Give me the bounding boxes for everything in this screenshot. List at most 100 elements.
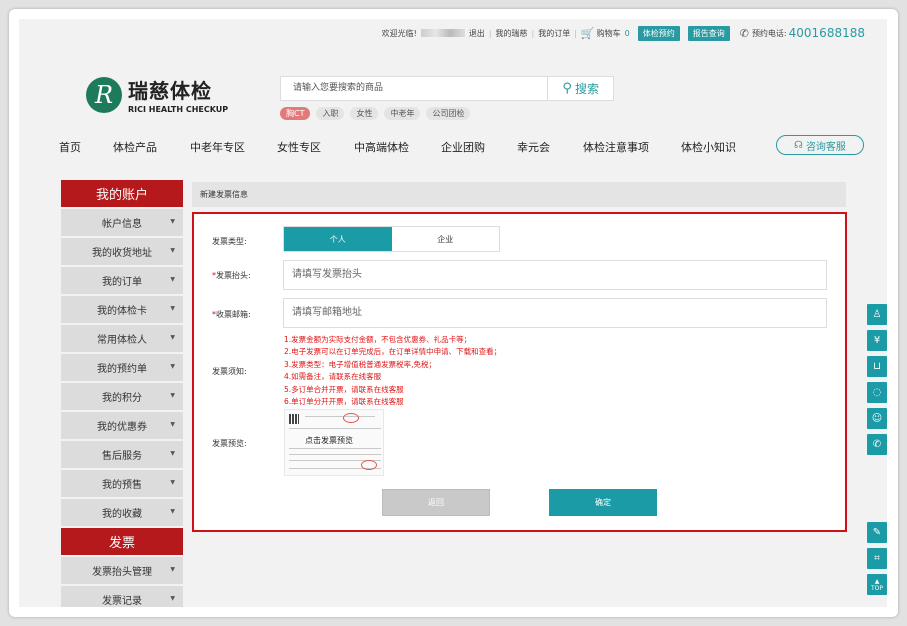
page-title: 新建发票信息	[192, 182, 846, 207]
sidebar-item-favorites[interactable]: 我的收藏 ▼	[61, 499, 183, 526]
cart-link[interactable]: 购物车	[597, 28, 621, 39]
search-tag[interactable]: 女性	[350, 107, 379, 120]
invoice-preview-thumbnail[interactable]: 点击发票预览	[284, 409, 384, 476]
consult-label: 咨询客服	[805, 141, 846, 153]
user-icon[interactable]: ♙	[867, 304, 887, 325]
invoice-type-personal[interactable]: 个人	[284, 227, 392, 251]
book-checkup-button[interactable]: 体检预约	[637, 25, 680, 41]
page-screen: 欢迎光临! 退出 | 我的瑞慈 | 我的订单 | 🛒 购物车 0 体检预约 报告…	[19, 19, 887, 607]
phone-icon[interactable]: ✆	[867, 434, 887, 455]
sidebar-item-appointments[interactable]: 我的预约单 ▼	[61, 354, 183, 381]
sidebar-item-presale[interactable]: 我的预售 ▼	[61, 470, 183, 497]
caret-down-icon: ▼	[170, 566, 175, 573]
caret-down-icon: ▼	[170, 479, 175, 486]
nav-item-premium[interactable]: 中高端体检	[354, 139, 409, 155]
preview-line	[289, 454, 381, 455]
yen-icon[interactable]: ¥	[867, 330, 887, 351]
main-nav: 首页 体检产品 中老年专区 女性专区 中高端体检 企业团购 幸元会 体检注意事项…	[19, 135, 887, 157]
search-tag[interactable]: 中老年	[384, 107, 421, 120]
note-line: 4.如需备注，请联系在线客服	[284, 372, 382, 382]
caret-down-icon: ▼	[170, 305, 175, 312]
sidebar-item-cards[interactable]: 我的体检卡 ▼	[61, 296, 183, 323]
nav-item-seniors[interactable]: 中老年专区	[190, 139, 245, 155]
edit-icon[interactable]: ✎	[867, 522, 887, 543]
float-toolbar-top: ♙ ¥ ⊔ ◌ ☺ ✆	[867, 304, 887, 460]
logo-mark-icon: R	[86, 76, 122, 113]
sidebar-item-aftersales[interactable]: 售后服务 ▼	[61, 441, 183, 468]
divider: |	[574, 28, 577, 38]
preview-line	[305, 416, 375, 417]
report-query-button[interactable]: 报告查询	[687, 25, 730, 41]
scan-icon[interactable]: ⌗	[867, 548, 887, 569]
preview-line	[289, 428, 381, 429]
sidebar-item-address[interactable]: 我的收货地址 ▼	[61, 238, 183, 265]
invoice-type-toggle: 个人 企业	[283, 226, 500, 252]
top-label: TOP	[870, 584, 883, 592]
search-button[interactable]: ⚲ 搜索	[548, 76, 614, 101]
invoice-preview-label: 发票预览:	[212, 439, 247, 448]
my-orders-link[interactable]: 我的订单	[538, 28, 570, 39]
search-tag[interactable]: 入职	[316, 107, 345, 120]
nav-item-home[interactable]: 首页	[59, 139, 81, 155]
search-tag[interactable]: 公司团检	[426, 107, 471, 120]
sidebar-item-label: 发票记录	[102, 596, 142, 607]
cart-icon[interactable]: ⊔	[867, 356, 887, 377]
logout-link[interactable]: 退出	[469, 28, 485, 39]
caret-down-icon: ▼	[170, 334, 175, 341]
divider: |	[531, 28, 535, 38]
sidebar-item-points[interactable]: 我的积分 ▼	[61, 383, 183, 410]
sidebar-item-label: 我的收货地址	[92, 248, 152, 259]
note-line: 3.发票类型：电子增值税普通发票税率,免税；	[284, 359, 437, 369]
search-input[interactable]: 请输入您要搜索的商品	[280, 76, 549, 101]
invoice-type-label: 发票类型:	[212, 237, 247, 246]
sidebar-item-label: 我的积分	[102, 393, 142, 404]
sidebar-item-account-info[interactable]: 帐户信息 ▼	[61, 209, 183, 236]
note-line: 6.单订单分开开票，请联系在线客服	[284, 397, 404, 407]
qq-icon[interactable]: ☺	[867, 408, 887, 429]
nav-item-knowledge[interactable]: 体检小知识	[681, 139, 736, 155]
my-ruici-link[interactable]: 我的瑞慈	[496, 28, 528, 39]
sidebar-title-account: 我的账户	[61, 180, 183, 207]
preview-line	[289, 448, 381, 449]
consult-button[interactable]: ☊ 咨询客服	[776, 135, 864, 155]
nav-item-corporate[interactable]: 企业团购	[441, 139, 485, 155]
nav-item-products[interactable]: 体检产品	[113, 139, 157, 155]
confirm-button[interactable]: 确定	[549, 489, 657, 516]
caret-down-icon: ▼	[170, 508, 175, 515]
nav-item-women[interactable]: 女性专区	[277, 139, 321, 155]
phone-icon: ✆	[739, 26, 749, 40]
back-button[interactable]: 返回	[382, 489, 490, 516]
sidebar-item-coupons[interactable]: 我的优惠券 ▼	[61, 412, 183, 439]
note-line: 1.发票金额为实际支付金额，不包含优惠券、礼品卡等；	[284, 335, 472, 344]
logo-en: RICI HEALTH CHECKUP	[128, 105, 229, 114]
email-label: *收票邮箱:	[212, 309, 251, 320]
note-line: 5.多订单合并开票，请联系在线客服	[284, 384, 404, 394]
arrow-up-icon: ▲	[874, 577, 880, 585]
email-field[interactable]: 请填写邮箱地址	[283, 298, 827, 328]
sidebar-item-label: 发票抬头管理	[92, 567, 152, 578]
invoice-title-label: *发票抬头:	[212, 270, 251, 281]
nav-item-notes[interactable]: 体检注意事项	[583, 139, 649, 155]
sidebar-item-orders[interactable]: 我的订单 ▼	[61, 267, 183, 294]
username-blurred	[420, 29, 465, 37]
search-icon: ⚲	[562, 81, 572, 96]
sidebar-item-invoice-records[interactable]: 发票记录 ▼	[61, 586, 183, 607]
phone-number: 4001688188	[788, 26, 865, 40]
invoice-notes: 1.发票金额为实际支付金额，不包含优惠券、礼品卡等； 2.电子发票可以在订单完成…	[284, 334, 501, 408]
search-tag[interactable]: 胸CT	[280, 107, 311, 120]
invoice-title-input[interactable]: 请填写发票抬头	[283, 260, 827, 290]
cart-count: 0	[624, 28, 630, 38]
nav-item-club[interactable]: 幸元会	[517, 139, 550, 155]
phone-label: 预约电话:	[751, 28, 787, 38]
invoice-type-company[interactable]: 企业	[391, 227, 499, 251]
caret-down-icon: ▼	[170, 247, 175, 254]
search-button-label: 搜索	[574, 82, 599, 96]
preview-link[interactable]: 点击发票预览	[305, 435, 353, 446]
site-logo[interactable]: R 瑞慈体检 RICI HEALTH CHECKUP	[86, 75, 228, 114]
cart-icon[interactable]: 🛒	[581, 27, 595, 40]
welcome-text: 欢迎光临!	[381, 28, 417, 38]
sidebar-item-invoice-titles[interactable]: 发票抬头管理 ▼	[61, 557, 183, 584]
chat-icon[interactable]: ◌	[867, 382, 887, 403]
sidebar-item-patients[interactable]: 常用体检人 ▼	[61, 325, 183, 352]
top-icon[interactable]: ▲ TOP	[867, 574, 887, 595]
